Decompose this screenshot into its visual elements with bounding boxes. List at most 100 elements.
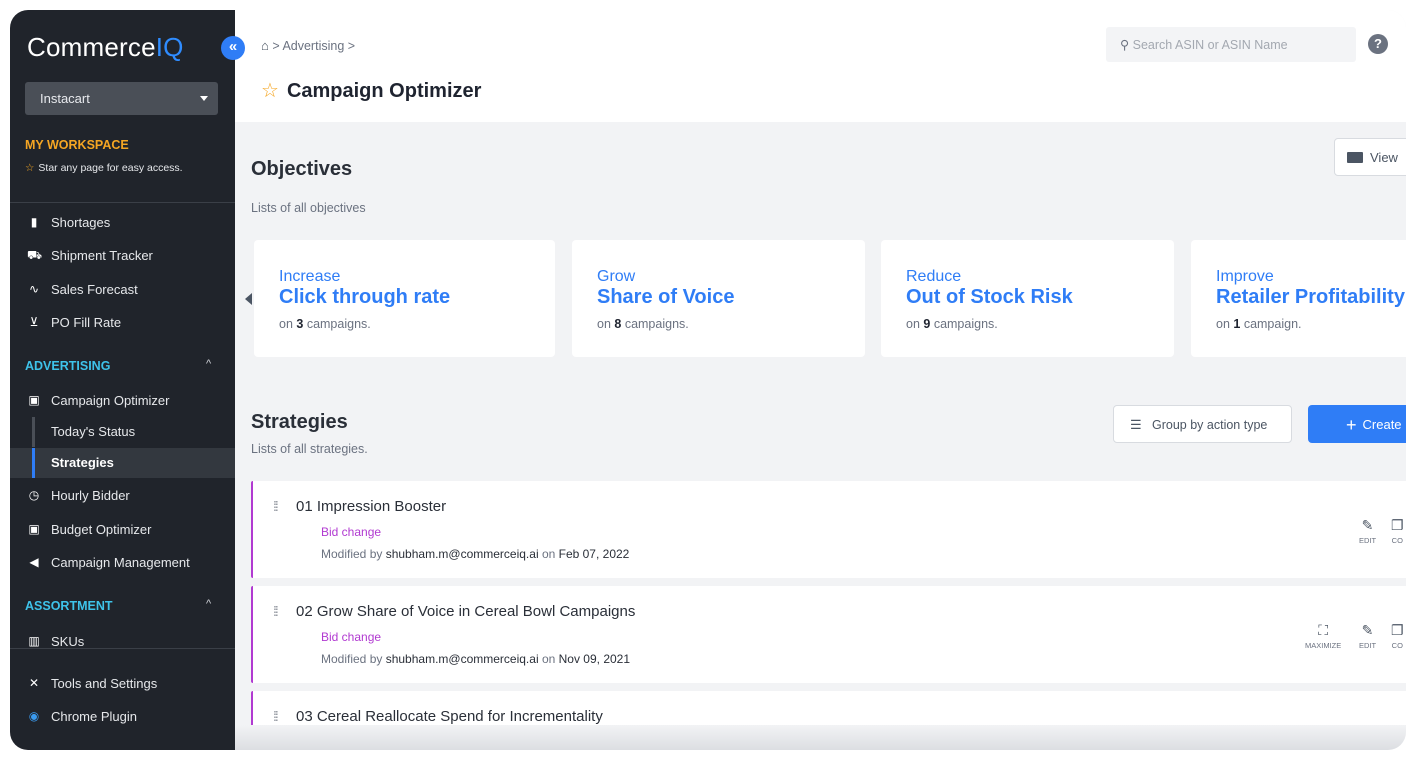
objective-verb: Improve xyxy=(1216,268,1274,285)
section-assortment[interactable]: ASSORTMENT xyxy=(25,599,113,613)
group-by-label: Group by action type xyxy=(1152,418,1268,432)
workspace-title: MY WORKSPACE xyxy=(25,138,129,152)
scroll-fade xyxy=(235,725,1406,750)
sidebar-item-hourly-bidder[interactable]: ◷ Hourly Bidder xyxy=(10,481,235,511)
modified-user: shubham.m@commerceiq.ai xyxy=(385,652,539,666)
barcode-icon: ▥ xyxy=(28,634,40,648)
sidebar-subitem-strategies[interactable]: Strategies xyxy=(10,448,235,478)
view-label: View xyxy=(1370,150,1398,165)
collapse-sidebar-button[interactable]: « xyxy=(221,36,245,60)
truck-icon: ⛟ xyxy=(27,248,43,262)
workspace-subtitle: ☆ Star any page for easy access. xyxy=(25,162,183,174)
copy-button[interactable]: ❐ CO xyxy=(1391,517,1404,545)
sidebar-item-tools-and-settings[interactable]: ✕ Tools and Settings xyxy=(10,669,235,699)
view-button[interactable]: View xyxy=(1334,138,1406,176)
caret-down-icon xyxy=(200,96,208,101)
sidebar-item-label: Shortages xyxy=(51,215,111,230)
objective-verb: Increase xyxy=(279,268,341,285)
sidebar-item-skus[interactable]: ▥ SKUs xyxy=(10,627,235,657)
strategy-name: 01 Impression Booster xyxy=(296,498,447,515)
objective-card[interactable]: Improve Retailer Profitability on 1 camp… xyxy=(1191,240,1406,357)
sidebar-subitem-label: Strategies xyxy=(51,455,114,470)
edit-label: EDIT xyxy=(1359,536,1377,545)
star-icon[interactable]: ☆ xyxy=(261,80,279,102)
strategy-modified: Modified by shubham.m@commerceiq.ai on N… xyxy=(321,652,630,666)
mail-icon xyxy=(1347,152,1363,163)
count-suffix: campaign. xyxy=(1240,317,1302,331)
strategy-action-type: Bid change xyxy=(321,630,382,644)
pencil-icon: ✎ xyxy=(1361,622,1374,638)
objective-card[interactable]: Grow Share of Voice on 8 campaigns. xyxy=(572,240,865,357)
sidebar-item-campaign-management[interactable]: ◀ Campaign Management xyxy=(10,548,235,578)
copy-button[interactable]: ❐ CO xyxy=(1391,622,1404,650)
strategy-name: 03 Cereal Reallocate Spend for Increment… xyxy=(296,708,603,725)
drag-handle-icon[interactable]: ⁞⁞ xyxy=(273,498,279,514)
sidebar-item-label: Chrome Plugin xyxy=(51,709,137,724)
sidebar-item-po-fill-rate[interactable]: ⊻ PO Fill Rate xyxy=(10,308,235,338)
strategy-row[interactable]: ⁞⁞ 01 Impression Booster Bid change Modi… xyxy=(251,481,1406,578)
breadcrumb-separator-icon: > xyxy=(347,39,356,53)
retailer-dropdown[interactable]: Instacart xyxy=(25,82,218,115)
modified-date: Nov 09, 2021 xyxy=(558,652,631,666)
drag-handle-icon[interactable]: ⁞⁞ xyxy=(273,603,279,619)
sidebar-item-campaign-optimizer[interactable]: ▣ Campaign Optimizer xyxy=(10,386,235,416)
maximize-icon: ⛶ xyxy=(1318,622,1329,638)
count-prefix: on xyxy=(906,317,924,331)
strategy-modified: Modified by shubham.m@commerceiq.ai on F… xyxy=(321,547,629,561)
sidebar-item-sales-forecast[interactable]: ∿ Sales Forecast xyxy=(10,275,235,305)
cart-icon: ⊻ xyxy=(29,315,39,329)
modified-on: on xyxy=(538,652,559,666)
count-prefix: on xyxy=(597,317,615,331)
app-frame: CommerceIQ Instacart MY WORKSPACE ☆ Star … xyxy=(10,10,1406,750)
maximize-button[interactable]: ⛶ MAXIMIZE xyxy=(1305,622,1341,650)
sidebar-item-label: Campaign Optimizer xyxy=(51,393,170,408)
drag-handle-icon[interactable]: ⁞⁞ xyxy=(273,708,279,724)
sidebar-item-shortages[interactable]: ▮ Shortages xyxy=(10,208,235,238)
pencil-icon: ✎ xyxy=(1361,517,1374,533)
page-title: ☆ Campaign Optimizer xyxy=(261,78,481,103)
objectives-title: Objectives xyxy=(251,158,353,180)
count-suffix: campaigns. xyxy=(621,317,689,331)
strategy-row[interactable]: ⁞⁞ 02 Grow Share of Voice in Cereal Bowl… xyxy=(251,586,1406,683)
search-placeholder: Search ASIN or ASIN Name xyxy=(1132,38,1288,52)
chevron-up-icon[interactable]: ^ xyxy=(206,358,211,370)
section-advertising[interactable]: ADVERTISING xyxy=(25,359,110,373)
sidebar-item-label: Tools and Settings xyxy=(51,676,158,691)
count-prefix: on xyxy=(1216,317,1234,331)
sidebar-item-label: Budget Optimizer xyxy=(51,522,152,537)
sidebar-subitem-todays-status[interactable]: Today's Status xyxy=(10,417,235,447)
objective-count: on 9 campaigns. xyxy=(906,317,998,331)
retailer-value: Instacart xyxy=(40,91,90,106)
megaphone-icon: ◀ xyxy=(29,555,39,569)
objective-card[interactable]: Increase Click through rate on 3 campaig… xyxy=(254,240,555,357)
divider xyxy=(10,202,235,203)
sidebar-item-label: Sales Forecast xyxy=(51,282,138,297)
breadcrumb-advertising[interactable]: Advertising xyxy=(282,39,344,53)
sidebar: CommerceIQ Instacart MY WORKSPACE ☆ Star … xyxy=(10,10,235,750)
sidebar-item-budget-optimizer[interactable]: ▣ Budget Optimizer xyxy=(10,515,235,545)
sidebar-item-chrome-plugin[interactable]: ◉ Chrome Plugin xyxy=(10,702,235,732)
chevron-up-icon[interactable]: ^ xyxy=(206,598,211,610)
carousel-left-arrow-icon[interactable] xyxy=(245,293,252,305)
create-label: Create xyxy=(1362,417,1402,432)
objective-count: on 3 campaigns. xyxy=(279,317,371,331)
create-button[interactable]: + Create xyxy=(1308,405,1406,443)
objective-count: on 8 campaigns. xyxy=(597,317,689,331)
logo[interactable]: CommerceIQ xyxy=(27,32,184,63)
maximize-label: MAXIMIZE xyxy=(1305,641,1342,650)
help-icon[interactable]: ? xyxy=(1368,34,1388,54)
active-indicator xyxy=(32,448,35,478)
filter-lines-icon: ☰ xyxy=(1130,417,1142,432)
edit-button[interactable]: ✎ EDIT xyxy=(1359,517,1376,545)
home-icon[interactable]: ⌂ xyxy=(261,38,269,53)
budget-icon: ▣ xyxy=(28,522,40,536)
modified-prefix: Modified by xyxy=(321,652,386,666)
search-input[interactable]: ⚲ Search ASIN or ASIN Name xyxy=(1106,27,1356,62)
edit-button[interactable]: ✎ EDIT xyxy=(1359,622,1376,650)
breadcrumb-separator-icon: > xyxy=(272,39,283,53)
sidebar-item-shipment-tracker[interactable]: ⛟ Shipment Tracker xyxy=(10,241,235,271)
objectives-subtitle: Lists of all objectives xyxy=(251,201,366,215)
group-by-button[interactable]: ☰ Group by action type xyxy=(1113,405,1292,443)
modified-prefix: Modified by xyxy=(321,547,386,561)
objective-card[interactable]: Reduce Out of Stock Risk on 9 campaigns. xyxy=(881,240,1174,357)
